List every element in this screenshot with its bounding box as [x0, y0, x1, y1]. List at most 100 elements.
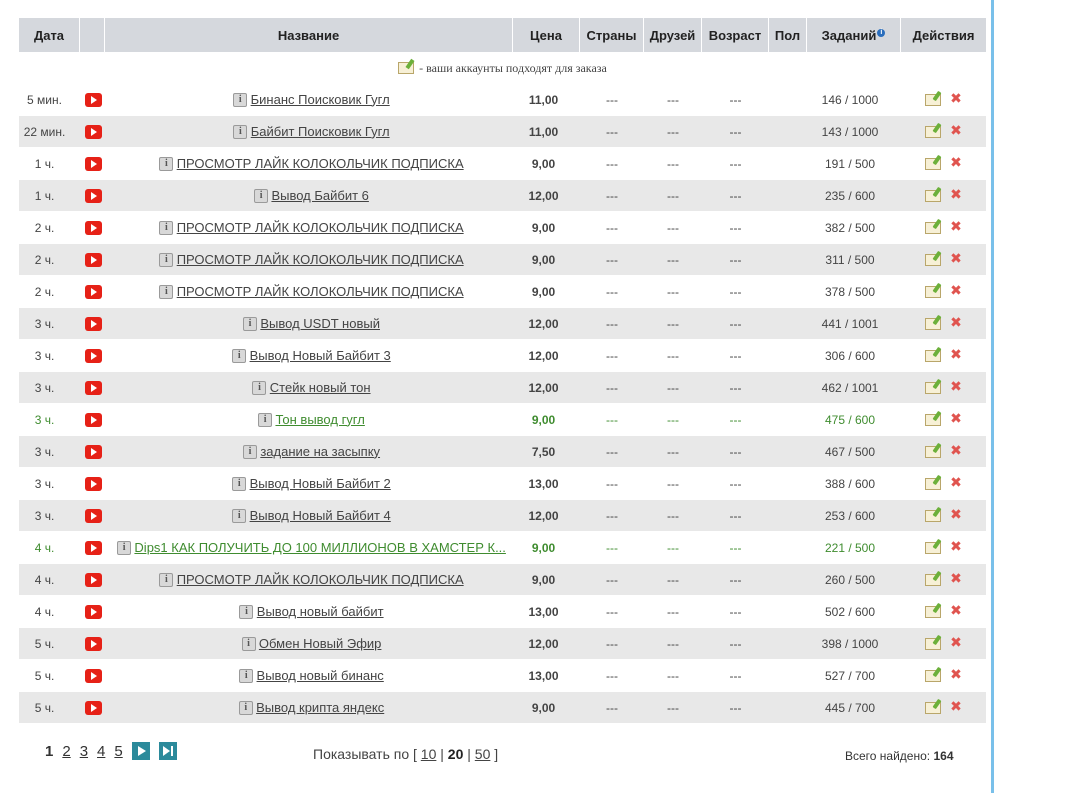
delete-icon[interactable]: ✖ — [950, 603, 962, 617]
edit-icon[interactable] — [925, 154, 943, 170]
info-icon[interactable]: i — [242, 445, 257, 460]
task-link[interactable]: Вывод USDT новый — [260, 316, 380, 331]
edit-icon[interactable] — [925, 250, 943, 266]
info-icon[interactable]: i — [239, 669, 254, 684]
info-icon[interactable]: i — [233, 93, 248, 108]
edit-icon[interactable] — [925, 378, 943, 394]
delete-icon[interactable]: ✖ — [950, 155, 962, 169]
delete-icon[interactable]: ✖ — [950, 251, 962, 265]
youtube-icon[interactable] — [85, 92, 102, 107]
youtube-icon[interactable] — [85, 252, 102, 267]
edit-icon[interactable] — [925, 346, 943, 362]
youtube-icon[interactable] — [85, 188, 102, 203]
edit-icon[interactable] — [925, 474, 943, 490]
task-link[interactable]: задание на засыпку — [260, 444, 380, 459]
info-icon[interactable]: i — [232, 349, 247, 364]
task-link[interactable]: Вывод Байбит 6 — [271, 188, 368, 203]
delete-icon[interactable]: ✖ — [950, 635, 962, 649]
edit-icon[interactable] — [925, 122, 943, 138]
task-link[interactable]: Обмен Новый Эфир — [259, 636, 382, 651]
edit-icon[interactable] — [925, 570, 943, 586]
info-icon[interactable]: i — [254, 189, 269, 204]
info-icon[interactable]: i — [232, 509, 247, 524]
task-link[interactable]: Бинанс Поисковик Гугл — [251, 92, 390, 107]
youtube-icon[interactable] — [85, 156, 102, 171]
delete-icon[interactable]: ✖ — [950, 315, 962, 329]
youtube-icon[interactable] — [85, 572, 102, 587]
youtube-icon[interactable] — [85, 348, 102, 363]
page-link[interactable]: 3 — [80, 743, 88, 760]
delete-icon[interactable]: ✖ — [950, 219, 962, 233]
task-link[interactable]: Вывод Новый Байбит 4 — [250, 508, 391, 523]
youtube-icon[interactable] — [85, 412, 102, 427]
delete-icon[interactable]: ✖ — [950, 379, 962, 393]
page-link[interactable]: 5 — [114, 743, 122, 760]
edit-icon[interactable] — [925, 666, 943, 682]
info-icon[interactable]: i — [252, 381, 267, 396]
edit-icon[interactable] — [925, 442, 943, 458]
delete-icon[interactable]: ✖ — [950, 667, 962, 681]
task-link[interactable]: ПРОСМОТР ЛАЙК КОЛОКОЛЬЧИК ПОДПИСКА — [177, 156, 464, 171]
info-icon[interactable]: i — [159, 253, 174, 268]
youtube-icon[interactable] — [85, 476, 102, 491]
info-icon[interactable]: i — [159, 573, 174, 588]
info-icon[interactable]: i — [241, 637, 256, 652]
delete-icon[interactable]: ✖ — [950, 507, 962, 521]
task-link[interactable]: ПРОСМОТР ЛАЙК КОЛОКОЛЬЧИК ПОДПИСКА — [177, 572, 464, 587]
col-name[interactable]: Название — [105, 18, 513, 52]
task-link[interactable]: Вывод новый байбит — [257, 604, 384, 619]
youtube-icon[interactable] — [85, 124, 102, 139]
edit-icon[interactable] — [925, 90, 943, 106]
edit-icon[interactable] — [925, 698, 943, 714]
info-icon[interactable]: i — [239, 605, 254, 620]
youtube-icon[interactable] — [85, 316, 102, 331]
page-link[interactable]: 4 — [97, 743, 105, 760]
youtube-icon[interactable] — [85, 668, 102, 683]
delete-icon[interactable]: ✖ — [950, 411, 962, 425]
delete-icon[interactable]: ✖ — [950, 123, 962, 137]
task-link[interactable]: Байбит Поисковик Гугл — [251, 124, 390, 139]
delete-icon[interactable]: ✖ — [950, 283, 962, 297]
edit-icon[interactable] — [925, 602, 943, 618]
task-link[interactable]: Вывод новый бинанс — [257, 668, 384, 683]
info-icon[interactable]: i — [243, 317, 258, 332]
edit-icon[interactable] — [925, 282, 943, 298]
delete-icon[interactable]: ✖ — [950, 443, 962, 457]
youtube-icon[interactable] — [85, 604, 102, 619]
task-link[interactable]: ПРОСМОТР ЛАЙК КОЛОКОЛЬЧИК ПОДПИСКА — [177, 252, 464, 267]
task-link[interactable]: Стейк новый тон — [270, 380, 371, 395]
info-icon[interactable]: i — [232, 477, 247, 492]
task-link[interactable]: Вывод Новый Байбит 2 — [250, 476, 391, 491]
page-link[interactable]: 2 — [62, 743, 70, 760]
info-icon[interactable]: i — [117, 541, 132, 556]
delete-icon[interactable]: ✖ — [950, 187, 962, 201]
info-icon[interactable]: i — [159, 285, 174, 300]
delete-icon[interactable]: ✖ — [950, 699, 962, 713]
task-link[interactable]: Dips1 КАК ПОЛУЧИТЬ ДО 100 МИЛЛИОНОВ В ХА… — [134, 540, 505, 555]
edit-icon[interactable] — [925, 634, 943, 650]
col-price[interactable]: Цена — [513, 18, 580, 52]
info-icon[interactable]: i — [159, 157, 174, 172]
info-icon[interactable]: i — [877, 29, 886, 38]
task-link[interactable]: ПРОСМОТР ЛАЙК КОЛОКОЛЬЧИК ПОДПИСКА — [177, 220, 464, 235]
edit-icon[interactable] — [925, 186, 943, 202]
last-page-icon[interactable] — [158, 742, 177, 760]
col-date[interactable]: Дата — [19, 18, 80, 52]
task-link[interactable]: Вывод Новый Байбит 3 — [250, 348, 391, 363]
edit-icon[interactable] — [925, 314, 943, 330]
edit-icon[interactable] — [925, 538, 943, 554]
per-page-50[interactable]: 50 — [475, 746, 491, 762]
edit-icon[interactable] — [925, 506, 943, 522]
delete-icon[interactable]: ✖ — [950, 475, 962, 489]
delete-icon[interactable]: ✖ — [950, 91, 962, 105]
next-page-icon[interactable] — [131, 742, 150, 760]
youtube-icon[interactable] — [85, 220, 102, 235]
info-icon[interactable]: i — [238, 701, 253, 716]
delete-icon[interactable]: ✖ — [950, 539, 962, 553]
youtube-icon[interactable] — [85, 540, 102, 555]
per-page-10[interactable]: 10 — [421, 746, 437, 762]
task-link[interactable]: ПРОСМОТР ЛАЙК КОЛОКОЛЬЧИК ПОДПИСКА — [177, 284, 464, 299]
delete-icon[interactable]: ✖ — [950, 571, 962, 585]
edit-icon[interactable] — [925, 218, 943, 234]
info-icon[interactable]: i — [258, 413, 273, 428]
